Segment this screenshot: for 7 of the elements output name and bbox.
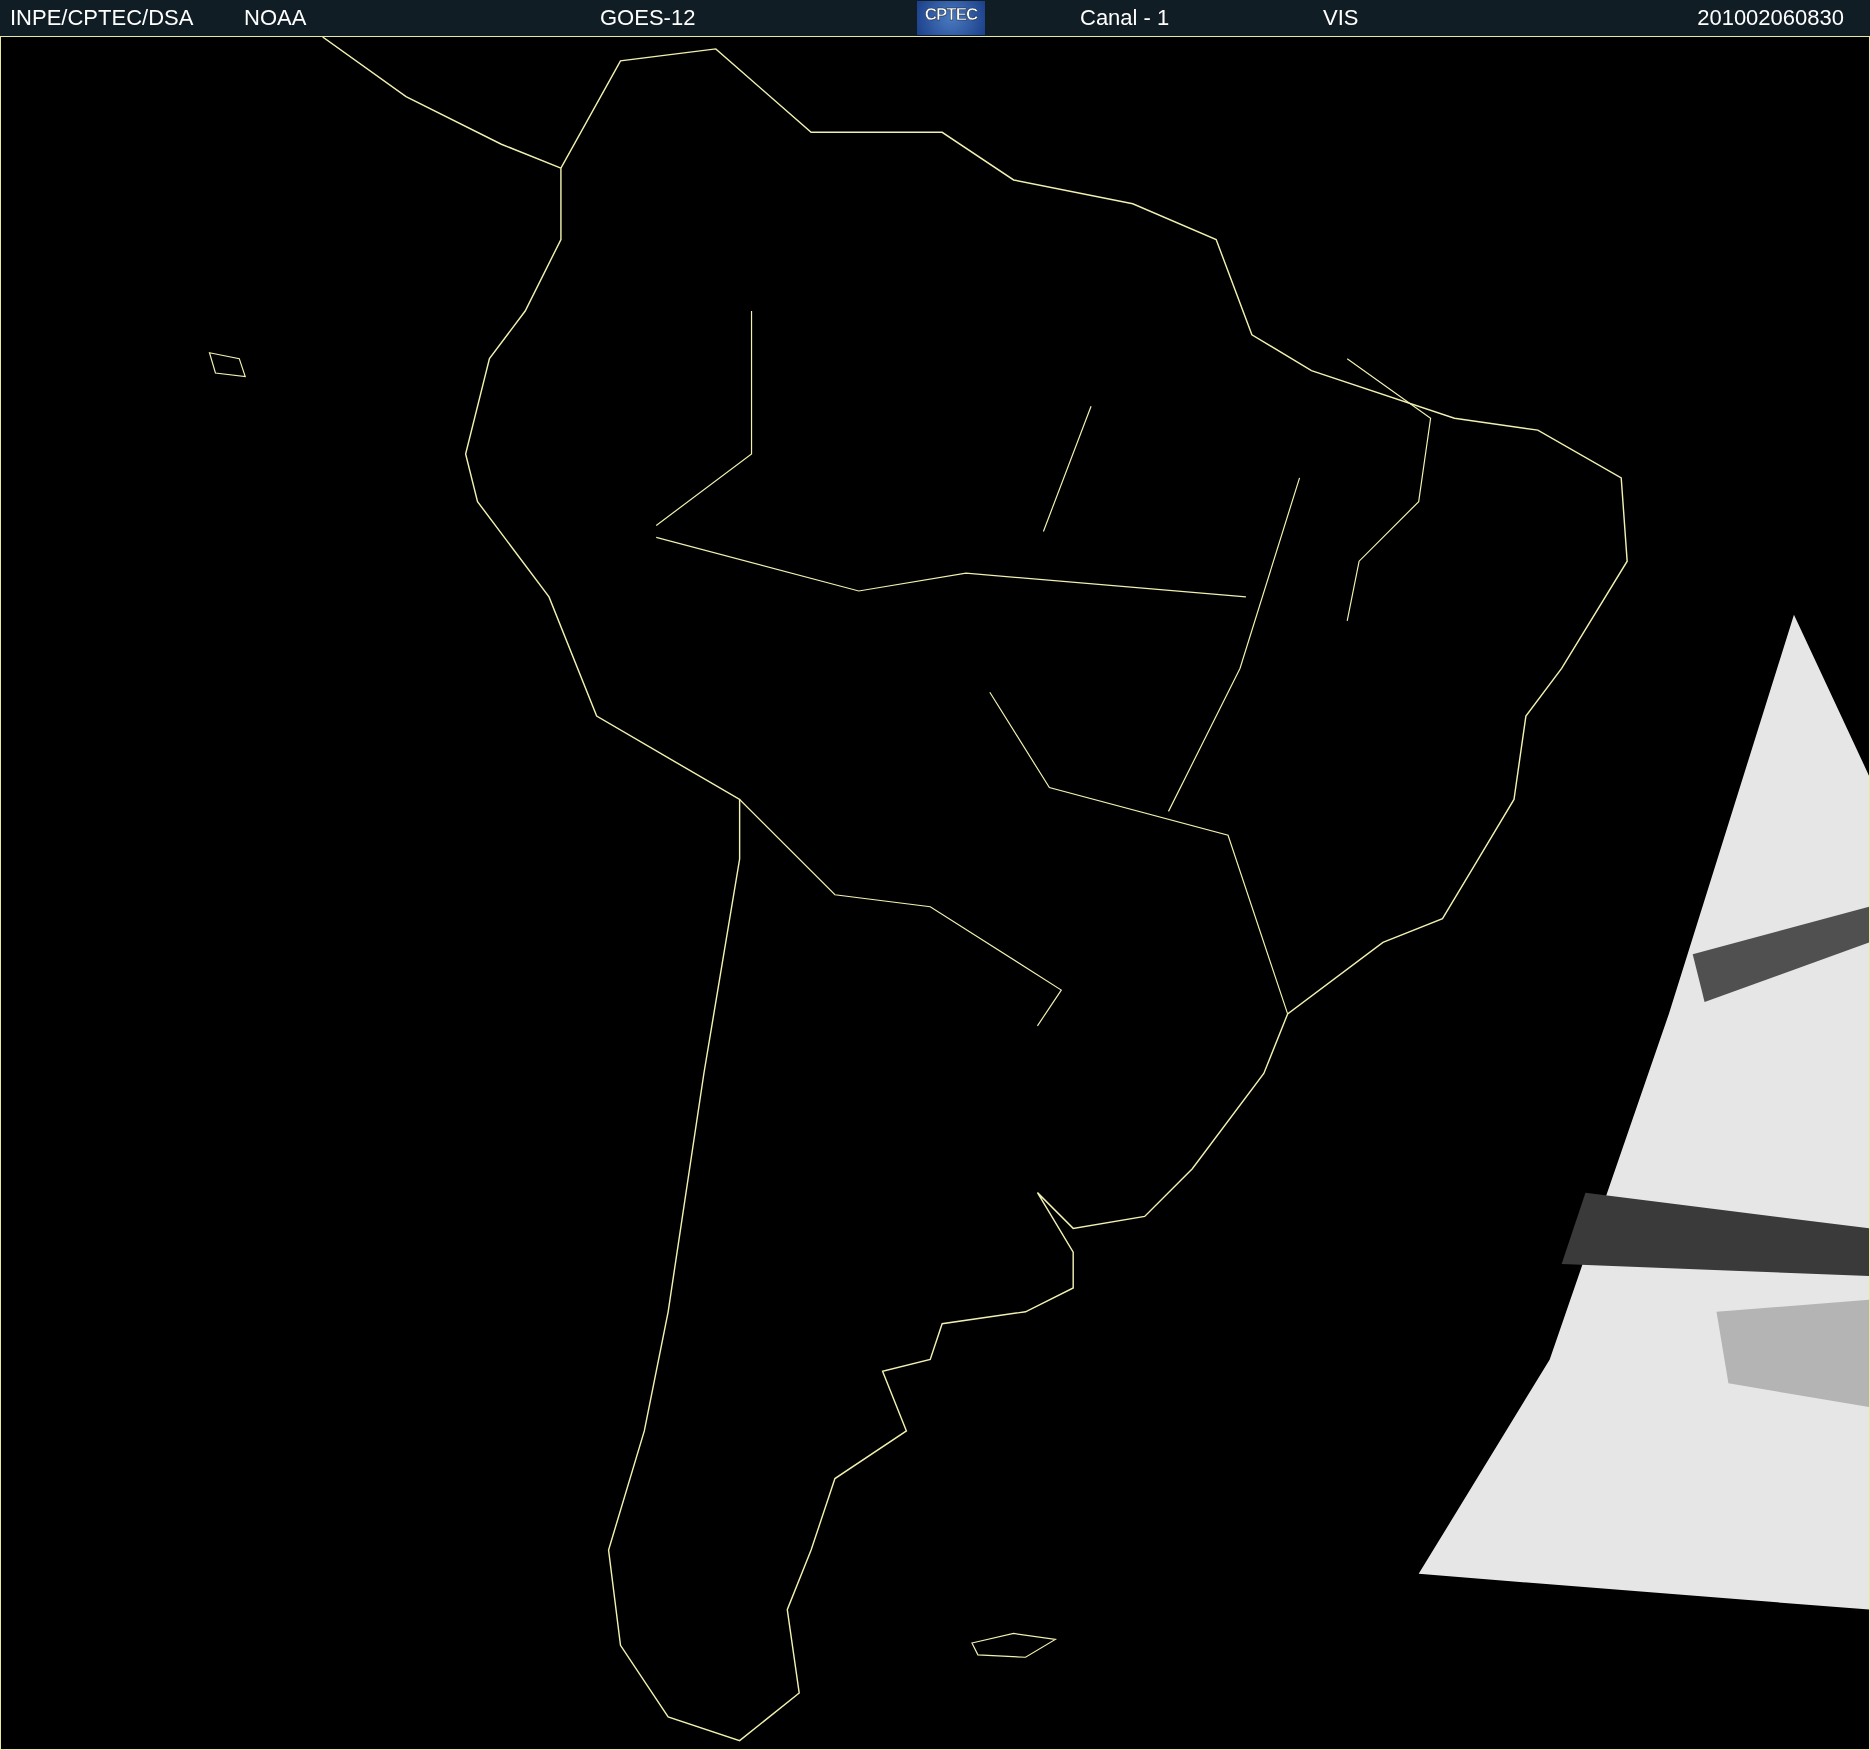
agency-label: NOAA <box>244 6 307 30</box>
satellite-label: GOES-12 <box>600 6 696 30</box>
timestamp-label: 201002060830 <box>1697 6 1844 30</box>
logo: CPTEC <box>917 1 985 35</box>
source-label: INPE/CPTEC/DSA <box>10 6 194 30</box>
band-label: VIS <box>1323 6 1359 30</box>
channel-label: Canal - 1 <box>1080 6 1170 30</box>
